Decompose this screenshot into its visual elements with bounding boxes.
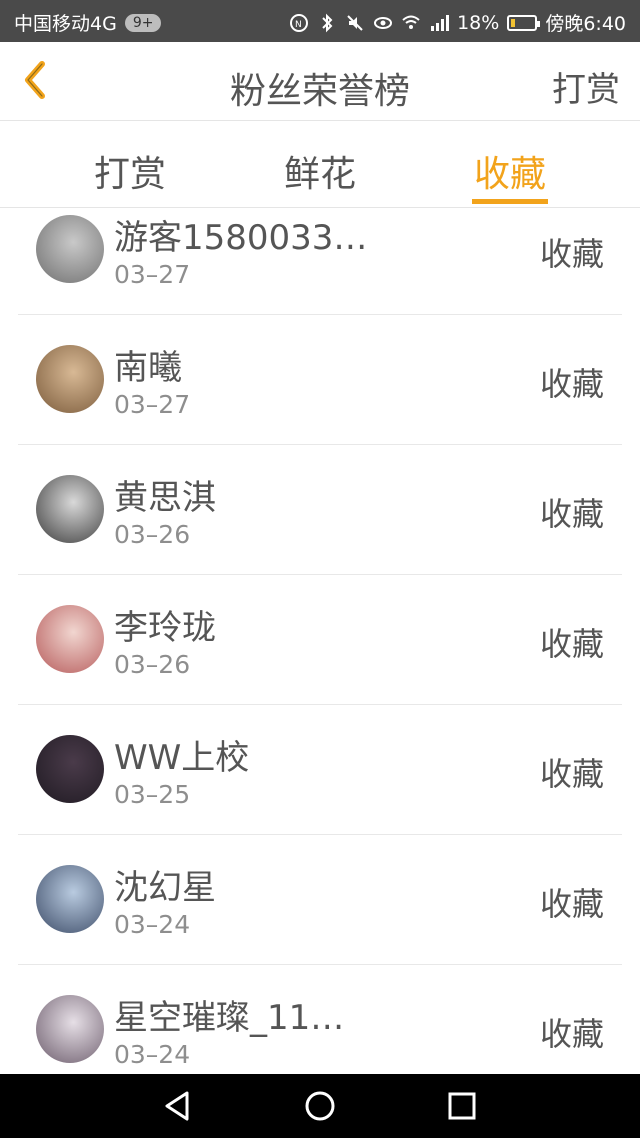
status-bar: 中国移动4G 9+ N 18% 傍晚6:40	[0, 0, 640, 42]
fan-action-type: 收藏	[539, 755, 604, 793]
fan-action-type: 收藏	[539, 365, 604, 403]
fan-date: 03–24	[114, 910, 191, 939]
notification-badge: 9+	[124, 13, 162, 32]
mute-icon	[347, 14, 363, 31]
triangle-back-icon	[165, 1091, 189, 1121]
fan-row[interactable]: 李玲珑 03–26 收藏	[18, 574, 622, 705]
fan-name: 黄思淇	[114, 478, 216, 518]
status-right: N 18% 傍晚6:40	[289, 9, 626, 36]
fan-row[interactable]: 南曦 03–27 收藏	[18, 314, 622, 445]
avatar[interactable]	[36, 865, 104, 933]
avatar[interactable]	[36, 475, 104, 543]
avatar[interactable]	[36, 605, 104, 673]
fan-date: 03–27	[114, 390, 191, 419]
circle-home-icon	[305, 1091, 335, 1121]
bluetooth-icon	[322, 13, 333, 32]
fan-row[interactable]: 黄思淇 03–26 收藏	[18, 444, 622, 575]
tab-favorites[interactable]: 收藏	[474, 145, 546, 197]
system-nav-bar	[0, 1074, 640, 1138]
fan-name: 南曦	[114, 348, 182, 388]
battery-icon	[507, 14, 541, 31]
avatar[interactable]	[36, 345, 104, 413]
tab-tip[interactable]: 打赏	[94, 145, 166, 197]
nav-back-button[interactable]	[160, 1088, 196, 1124]
fan-date: 03–26	[114, 650, 191, 679]
avatar[interactable]	[36, 995, 104, 1063]
page-title: 粉丝荣誉榜	[229, 71, 410, 112]
tab-bar: 打赏 鲜花 收藏	[0, 121, 640, 208]
battery-fill	[511, 18, 516, 27]
fan-date: 03–24	[114, 1040, 191, 1069]
battery-percent: 18%	[457, 11, 500, 34]
nav-home-button[interactable]	[302, 1088, 338, 1124]
tab-flowers[interactable]: 鲜花	[284, 145, 356, 197]
svg-text:N: N	[295, 20, 302, 30]
fan-action-type: 收藏	[539, 1015, 604, 1053]
fan-name: 游客1580033…	[114, 218, 368, 258]
carrier-label: 中国移动4G	[14, 13, 117, 35]
fan-action-type: 收藏	[539, 235, 604, 273]
fan-name: 李玲珑	[114, 608, 216, 648]
fan-row[interactable]: 沈幻星 03–24 收藏	[18, 834, 622, 965]
avatar[interactable]	[36, 215, 104, 283]
tip-button[interactable]: 打赏	[552, 62, 620, 111]
fan-name: 沈幻星	[114, 868, 216, 908]
fan-row[interactable]: 游客1580033… 03–27 收藏	[18, 208, 622, 315]
clock: 傍晚6:40	[545, 13, 626, 35]
status-left: 中国移动4G 9+	[14, 9, 162, 36]
wifi-icon	[402, 15, 420, 29]
fan-row[interactable]: 星空璀璨_11… 03–24 收藏	[18, 964, 622, 1072]
square-recent-icon	[448, 1092, 476, 1120]
nav-recent-button[interactable]	[444, 1088, 480, 1124]
app-header: 粉丝荣誉榜 打赏	[0, 42, 640, 121]
fan-name: WW上校	[114, 738, 250, 778]
fan-list: 游客1580033… 03–27 收藏 南曦 03–27 收藏 黄思淇 03–26 收藏 李玲珑 0…	[0, 208, 640, 1072]
fan-date: 03–27	[114, 260, 191, 289]
avatar[interactable]	[36, 735, 104, 803]
eye-icon	[374, 16, 393, 29]
signal-icon	[431, 14, 450, 31]
fan-date: 03–25	[114, 780, 191, 809]
fan-action-type: 收藏	[539, 495, 604, 533]
fan-action-type: 收藏	[539, 625, 604, 663]
fan-date: 03–26	[114, 520, 191, 549]
nfc-icon: N	[290, 13, 309, 32]
fan-row[interactable]: WW上校 03–25 收藏	[18, 704, 622, 835]
active-tab-indicator	[472, 199, 548, 204]
fan-action-type: 收藏	[539, 885, 604, 923]
fan-name: 星空璀璨_11…	[114, 998, 345, 1038]
